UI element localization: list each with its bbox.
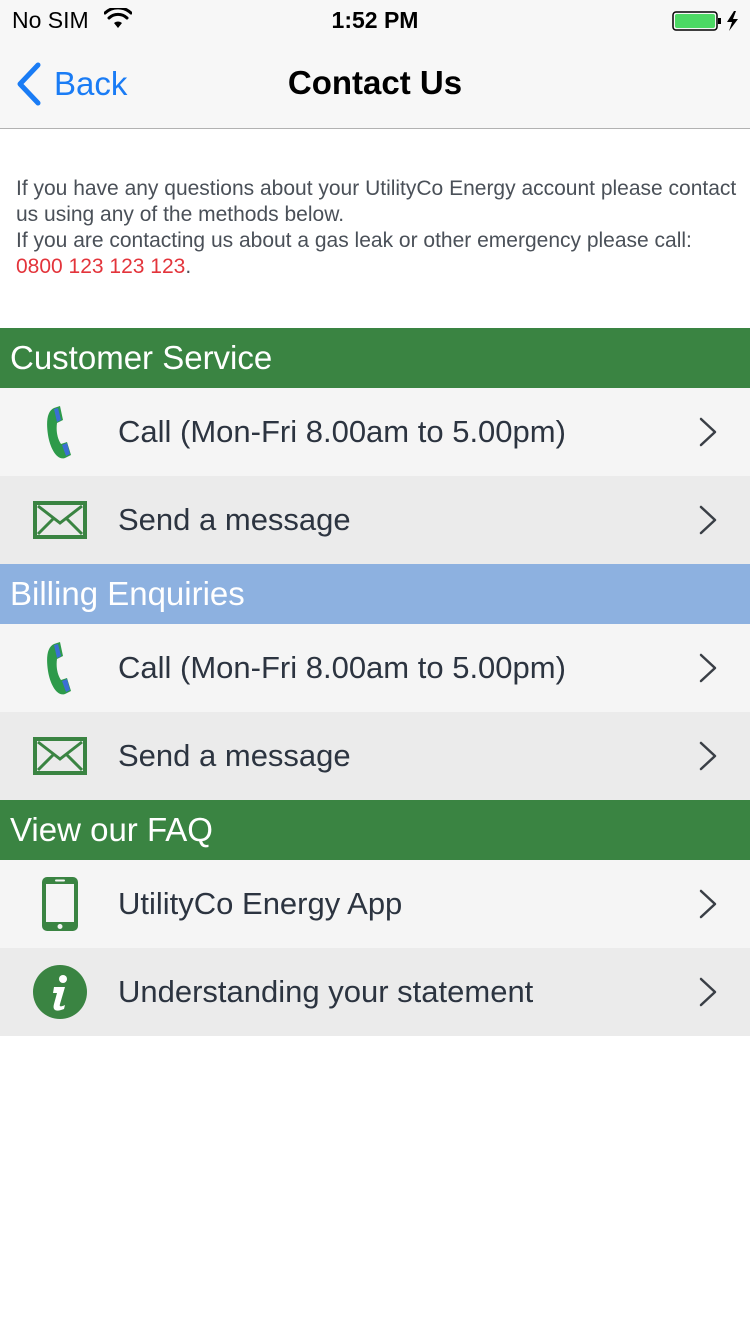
faq-app-row[interactable]: UtilityCo Energy App xyxy=(0,860,750,948)
customer-service-call-row[interactable]: Call (Mon-Fri 8.00am to 5.00pm) xyxy=(0,388,750,476)
info-icon xyxy=(33,965,87,1019)
status-bar: No SIM 1:52 PM xyxy=(0,0,750,40)
section-header-billing-enquiries: Billing Enquiries xyxy=(0,564,750,624)
billing-call-row[interactable]: Call (Mon-Fri 8.00am to 5.00pm) xyxy=(0,624,750,712)
billing-message-row[interactable]: Send a message xyxy=(0,712,750,800)
emergency-phone-link[interactable]: 0800 123 123 123 xyxy=(16,255,185,278)
intro-line-2-prefix: If you are contacting us about a gas lea… xyxy=(16,229,692,252)
chevron-right-icon xyxy=(699,505,717,535)
chevron-right-icon xyxy=(699,977,717,1007)
customer-service-message-row[interactable]: Send a message xyxy=(0,476,750,564)
chevron-right-icon xyxy=(699,417,717,447)
row-label: Call (Mon-Fri 8.00am to 5.00pm) xyxy=(118,414,566,449)
chevron-right-icon xyxy=(699,653,717,683)
intro-line-2-suffix: . xyxy=(185,255,192,278)
row-label: Send a message xyxy=(118,502,351,537)
clock: 1:52 PM xyxy=(331,7,419,33)
envelope-icon xyxy=(33,737,87,775)
chevron-right-icon xyxy=(699,741,717,771)
phone-icon xyxy=(47,642,71,695)
intro-text: If you have any questions about your Uti… xyxy=(16,176,738,280)
phone-icon xyxy=(47,406,71,459)
row-label: Understanding your statement xyxy=(118,974,534,1009)
envelope-icon xyxy=(33,501,87,539)
row-label: UtilityCo Energy App xyxy=(118,886,403,921)
row-label: Send a message xyxy=(118,738,351,773)
faq-statement-row[interactable]: Understanding your statement xyxy=(0,948,750,1036)
section-header-faq: View our FAQ xyxy=(0,800,750,860)
chevron-right-icon xyxy=(699,889,717,919)
mobile-phone-icon xyxy=(42,877,78,931)
page-title: Contact Us xyxy=(287,64,463,101)
battery-icon xyxy=(672,11,738,31)
section-header-customer-service: Customer Service xyxy=(0,328,750,388)
navigation-bar: Back Contact Us xyxy=(0,40,750,129)
intro-line-1: If you have any questions about your Uti… xyxy=(16,177,737,226)
row-label: Call (Mon-Fri 8.00am to 5.00pm) xyxy=(118,650,566,685)
